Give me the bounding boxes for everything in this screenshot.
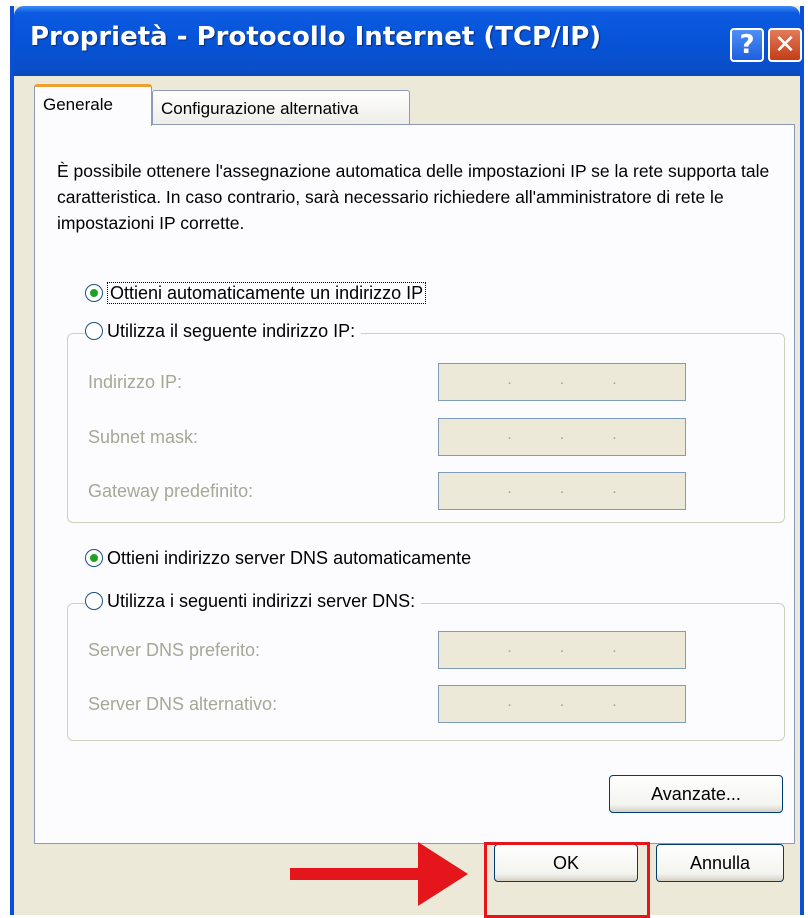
radio-manual-dns-label: Utilizza i seguenti indirizzi server DNS… [107,591,416,611]
ip-fields-group: Indirizzo IP: ... Subnet mask: ... Gatew… [67,333,785,523]
preferred-dns-field: ... [438,631,686,669]
alternate-dns-label: Server DNS alternativo: [88,694,278,714]
radio-auto-dns-button[interactable] [85,549,103,567]
tcpip-properties-dialog: Proprietà - Protocollo Internet (TCP/IP)… [10,6,804,918]
radio-manual-ip-button[interactable] [85,322,103,340]
close-icon[interactable]: ✕ [768,28,802,62]
dns-fields-group: Server DNS preferito: ... Server DNS alt… [67,603,785,741]
alternate-dns-field: ... [438,685,686,723]
radio-manual-dns[interactable]: Utilizza i seguenti indirizzi server DNS… [85,591,422,612]
tab-alternate-configuration[interactable]: Configurazione alternativa [152,90,410,128]
radio-auto-dns[interactable]: Ottieni indirizzo server DNS automaticam… [85,548,478,569]
subnet-mask-field: ... [438,418,686,456]
radio-manual-ip-label: Utilizza il seguente indirizzo IP: [107,321,356,341]
arrow-right-icon [290,842,468,906]
radio-auto-ip-label: Ottieni automaticamente un indirizzo IP [107,282,427,304]
window-title: Proprietà - Protocollo Internet (TCP/IP) [30,22,602,52]
radio-auto-ip[interactable]: Ottieni automaticamente un indirizzo IP [85,282,433,304]
default-gateway-label: Gateway predefinito: [88,481,254,501]
cancel-button[interactable]: Annulla [656,844,784,882]
radio-manual-ip[interactable]: Utilizza il seguente indirizzo IP: [85,321,362,342]
help-icon[interactable]: ? [730,28,764,62]
intro-text: È possibile ottenere l'assegnazione auto… [57,161,770,233]
title-bar[interactable]: Proprietà - Protocollo Internet (TCP/IP)… [14,6,802,76]
subnet-mask-label: Subnet mask: [88,427,199,447]
ok-button-highlight [484,842,650,918]
tab-general[interactable]: Generale [34,84,152,126]
advanced-button[interactable]: Avanzate... [609,775,783,813]
radio-auto-dns-label: Ottieni indirizzo server DNS automaticam… [107,548,472,568]
radio-manual-dns-button[interactable] [85,592,103,610]
ip-address-label: Indirizzo IP: [88,372,183,392]
ip-address-field: ... [438,363,686,401]
default-gateway-field: ... [438,472,686,510]
preferred-dns-label: Server DNS preferito: [88,640,261,660]
radio-auto-ip-button[interactable] [85,284,103,302]
general-tab-panel: È possibile ottenere l'assegnazione auto… [34,124,795,844]
